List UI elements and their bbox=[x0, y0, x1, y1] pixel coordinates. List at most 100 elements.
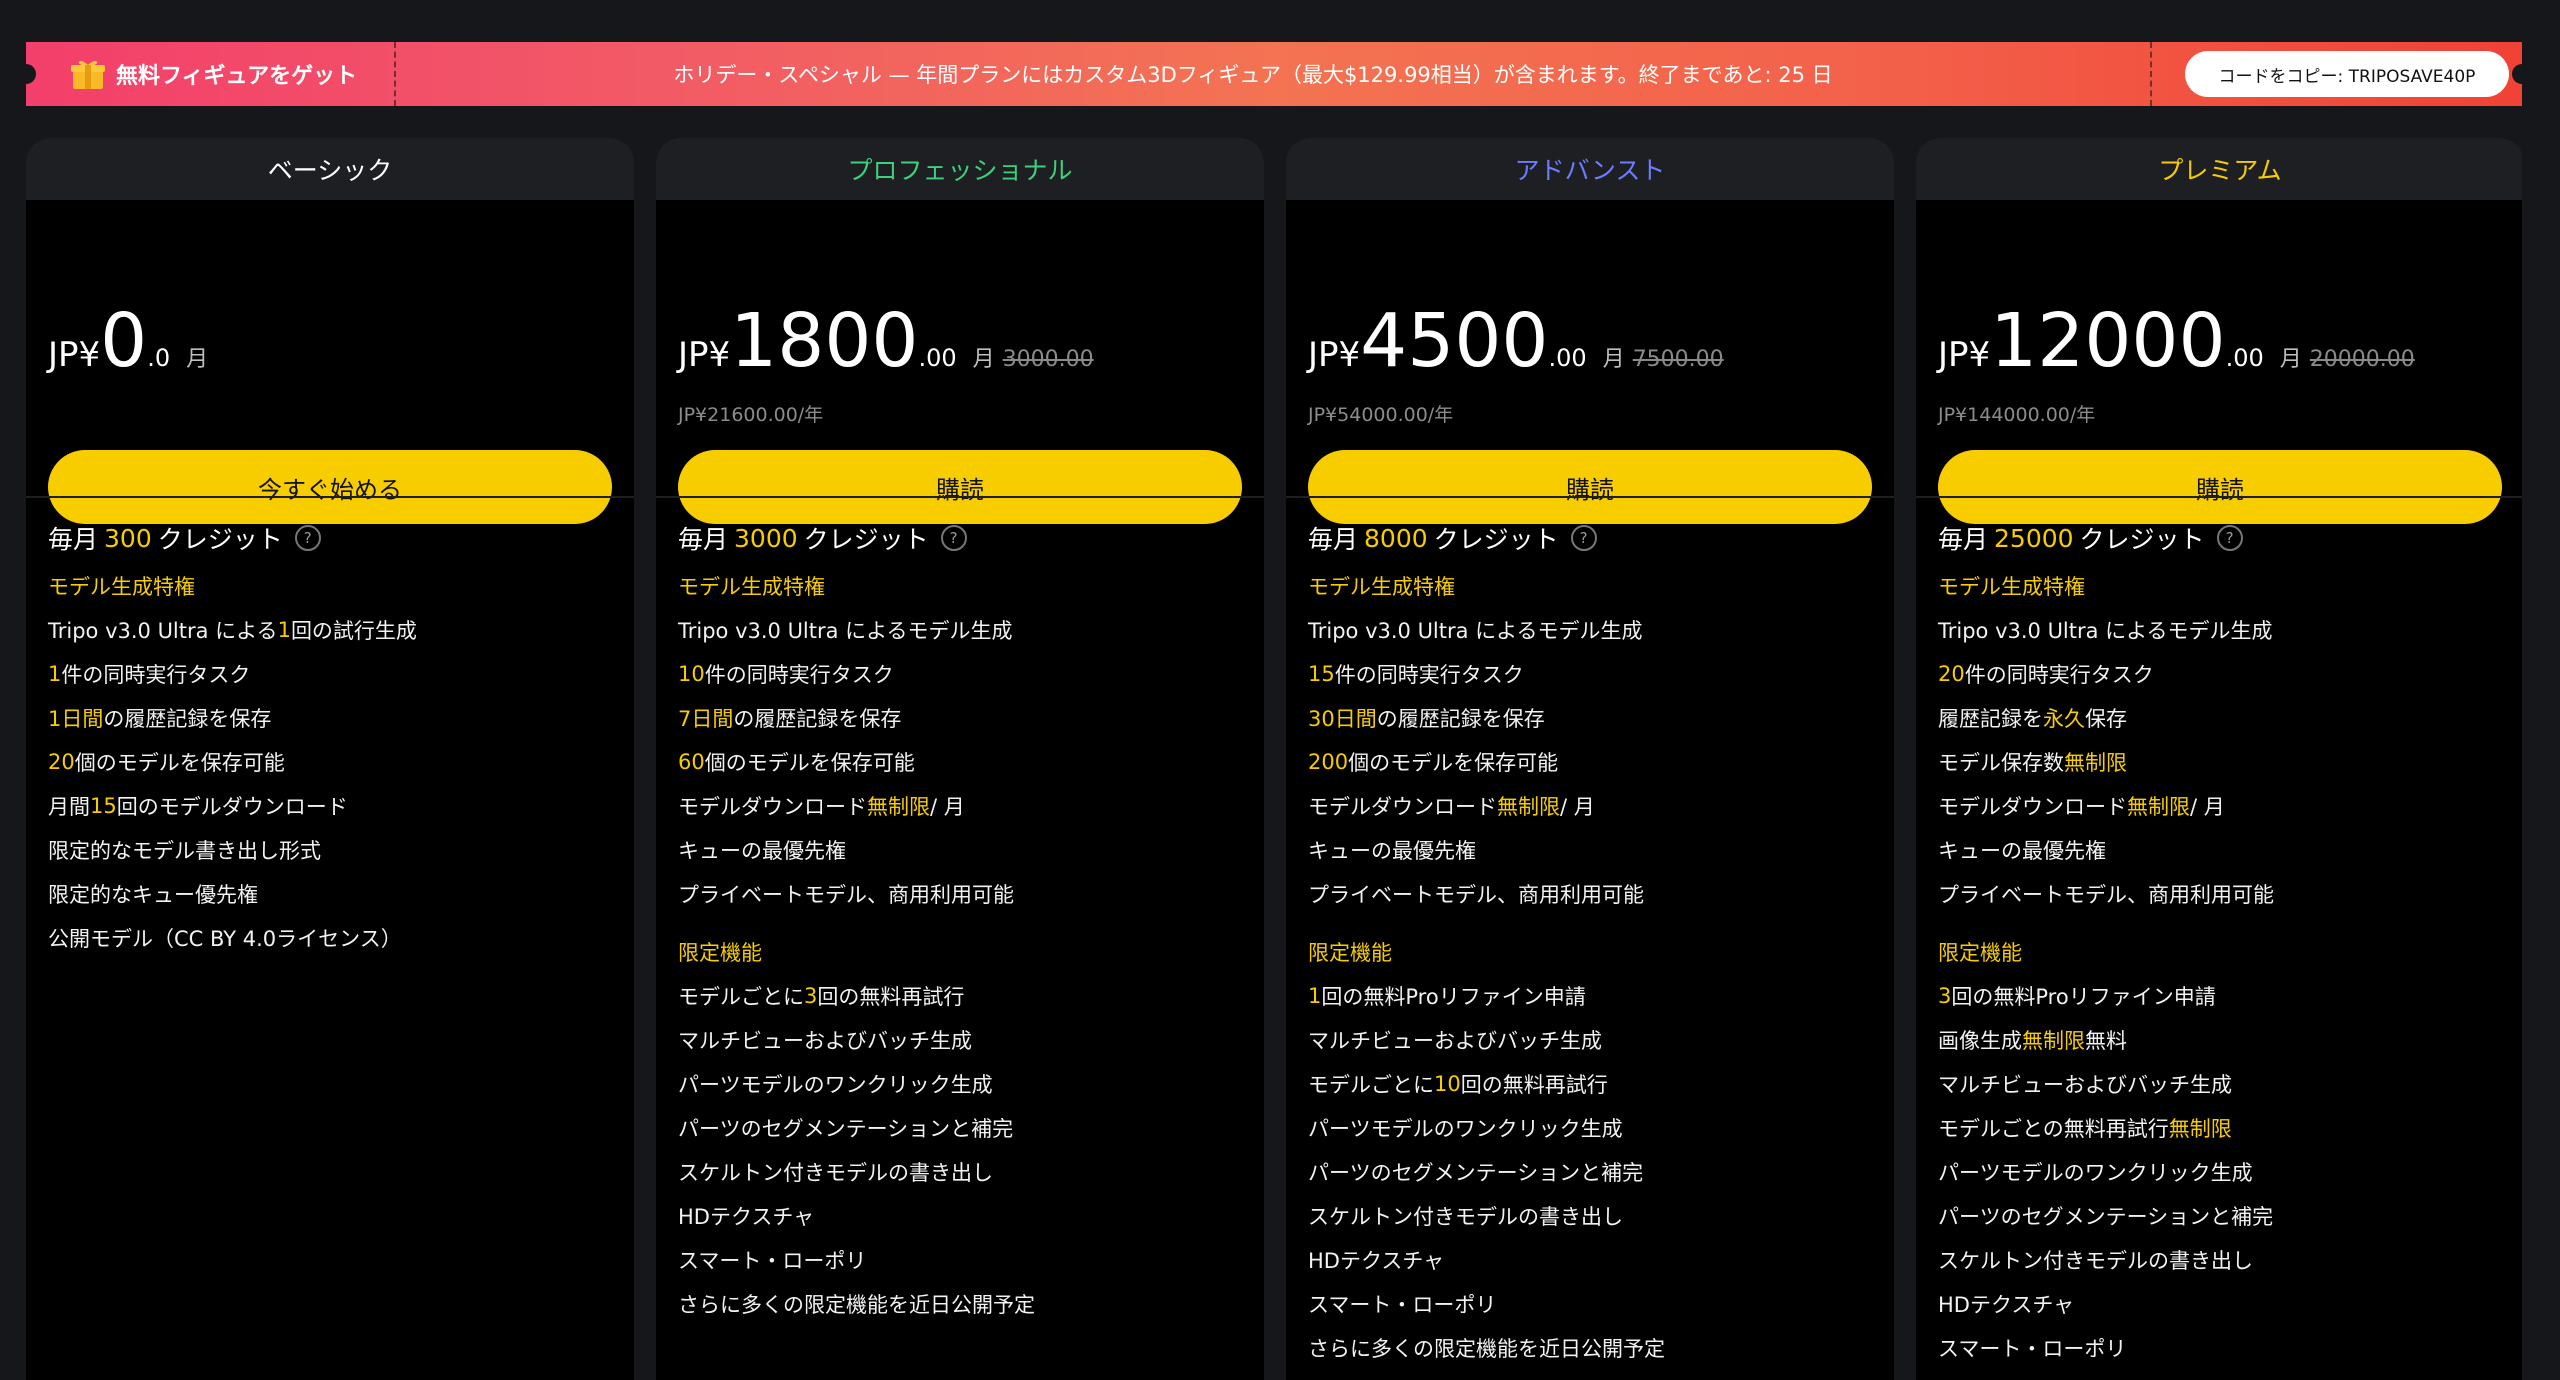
feature-highlight: 3 bbox=[804, 984, 818, 1008]
help-icon[interactable]: ? bbox=[2216, 525, 2243, 551]
feature-text: モデルごとの無料再試行 bbox=[1938, 1117, 2169, 1141]
feature-list: 毎月 300 クレジット? モデル生成特権 Tripo v3.0 Ultra による 1… bbox=[48, 512, 618, 960]
price-decimal: .00 bbox=[2225, 344, 2264, 372]
feature-section-title: 限定機能 bbox=[1938, 941, 2022, 965]
feature-item: キューの最優先権 bbox=[1308, 828, 1878, 872]
feature-item: 20 個のモデルを保存可能 bbox=[48, 740, 618, 784]
credits-prefix: 毎月 bbox=[48, 525, 99, 554]
feature-text: キューの最優先権 bbox=[678, 839, 846, 863]
feature-item: モデルごとに 3 回の無料再試行 bbox=[678, 974, 1248, 1018]
feature-text: 限定的なキュー優先権 bbox=[48, 883, 258, 907]
feature-item: 20 件の同時実行タスク bbox=[1938, 652, 2508, 696]
feature-item: 3 回の無料Proリファイン申請 bbox=[1938, 974, 2508, 1018]
feature-item: モデル保存数 無制限 bbox=[1938, 740, 2508, 784]
yearly-price: JP¥144000.00/年 bbox=[1938, 404, 2096, 426]
feature-item: スケルトン付きモデルの書き出し bbox=[1308, 1194, 1878, 1238]
feature-text: HDテクスチャ bbox=[1938, 1293, 2075, 1317]
feature-text: Tripo v3.0 Ultra によるモデル生成 bbox=[1308, 619, 1643, 643]
feature-item: さらに多くの限定機能を近日公開予定 bbox=[1308, 1326, 1878, 1370]
feature-text: 回のモデルダウンロード bbox=[116, 795, 348, 819]
feature-text: モデルごとに bbox=[678, 985, 804, 1009]
original-price: 7500.00 bbox=[1632, 347, 1724, 372]
yearly-price: JP¥54000.00/年 bbox=[1308, 404, 1454, 426]
feature-item: 月間 15 回のモデルダウンロード bbox=[48, 784, 618, 828]
feature-text: モデル保存数 bbox=[1938, 751, 2064, 775]
feature-highlight: 無制限 bbox=[1497, 795, 1560, 819]
feature-text: スケルトン付きモデルの書き出し bbox=[678, 1161, 993, 1185]
feature-highlight: 60 bbox=[678, 750, 705, 774]
feature-text: の履歴記録を保存 bbox=[1376, 707, 1545, 731]
help-icon[interactable]: ? bbox=[294, 525, 321, 551]
feature-highlight: 無制限 bbox=[2168, 1117, 2232, 1141]
feature-section-title: 限定機能 bbox=[678, 941, 762, 965]
plan-card-advanced: アドバンスト JP¥ 4500.00 月 7500.00 JP¥54000.00/年 購読毎… bbox=[1286, 138, 1894, 1380]
feature-item: スマート・ローポリ bbox=[678, 1238, 1248, 1282]
feature-item: プライベートモデル、商用利用可能 bbox=[1938, 872, 2508, 916]
feature-text: 保存 bbox=[2085, 707, 2127, 731]
feature-item: パーツのセグメンテーションと補完 bbox=[1938, 1194, 2508, 1238]
original-price: 20000.00 bbox=[2309, 347, 2415, 372]
price-area: JP¥ 1800.00 月 3000.00 JP¥21600.00/年 購読 bbox=[656, 200, 1264, 524]
plan-card-professional: プロフェッショナル JP¥ 1800.00 月 3000.00 JP¥21600.00/年… bbox=[656, 138, 1264, 1380]
feature-text: 回の無料再試行 bbox=[1460, 1073, 1608, 1097]
feature-highlight: 30日間 bbox=[1308, 707, 1377, 731]
feature-text: 回の無料Proリファイン申請 bbox=[1951, 985, 2216, 1009]
feature-item: モデルごとの無料再試行 無制限 bbox=[1938, 1106, 2508, 1150]
price-area: JP¥ 4500.00 月 7500.00 JP¥54000.00/年 購読 bbox=[1286, 200, 1894, 524]
feature-item: 履歴記録を 永久 保存 bbox=[1938, 696, 2508, 740]
feature-highlight: 7日間 bbox=[678, 707, 734, 731]
feature-highlight: 20 bbox=[48, 750, 75, 774]
feature-section-title: 限定機能 bbox=[1308, 941, 1392, 965]
feature-item: 30日間 の履歴記録を保存 bbox=[1308, 696, 1878, 740]
feature-item: 60 個のモデルを保存可能 bbox=[678, 740, 1248, 784]
feature-item: スケルトン付きモデルの書き出し bbox=[678, 1150, 1248, 1194]
feature-item: 200 個のモデルを保存可能 bbox=[1308, 740, 1878, 784]
currency: JP¥ bbox=[1938, 335, 1991, 375]
feature-item: プライベートモデル、商用利用可能 bbox=[1308, 872, 1878, 916]
feature-item: モデルごとに 10 回の無料再試行 bbox=[1308, 1062, 1878, 1106]
help-icon[interactable]: ? bbox=[1570, 525, 1597, 551]
credits-amount: 8000 bbox=[1364, 523, 1428, 553]
feature-item: 公開モデル（CC BY 4.0ライセンス） bbox=[48, 916, 618, 960]
help-icon[interactable]: ? bbox=[940, 525, 967, 551]
feature-item: マルチビューおよびバッチ生成 bbox=[1308, 1018, 1878, 1062]
credits-suffix: クレジット bbox=[803, 525, 929, 554]
feature-item: Tripo v3.0 Ultra によるモデル生成 bbox=[678, 608, 1248, 652]
page-background: 無料フィギュアをゲット ホリデー・スペシャル — 年間プランにはカスタム3Dフィ… bbox=[0, 0, 2560, 1380]
feature-text: さらに多くの限定機能を近日公開予定 bbox=[678, 1293, 1035, 1317]
feature-text: 件の同時実行タスク bbox=[1334, 663, 1524, 687]
feature-item: パーツモデルのワンクリック生成 bbox=[678, 1062, 1248, 1106]
feature-text: 公開モデル（CC BY 4.0ライセンス） bbox=[48, 927, 402, 951]
monthly-credits: 毎月 25000 クレジット? bbox=[1938, 512, 2508, 564]
feature-item: キューの最優先権 bbox=[1938, 828, 2508, 872]
price-line: JP¥ 0.0 月 bbox=[48, 304, 216, 378]
price-line: JP¥ 12000.00 月 20000.00 bbox=[1938, 304, 2415, 378]
feature-text: Tripo v3.0 Ultra によるモデル生成 bbox=[1938, 619, 2273, 643]
feature-highlight: 10 bbox=[678, 662, 705, 686]
banner-right-section: コードをコピー: TRIPOSAVE40P bbox=[2150, 42, 2522, 106]
feature-text: 限定的なモデル書き出し形式 bbox=[48, 839, 321, 863]
plan-name: ベーシック bbox=[26, 138, 634, 200]
feature-item: モデルダウンロード 無制限 / 月 bbox=[1938, 784, 2508, 828]
feature-item: 1 件の同時実行タスク bbox=[48, 652, 618, 696]
feature-highlight: 15 bbox=[1308, 662, 1335, 686]
price-line: JP¥ 1800.00 月 3000.00 bbox=[678, 304, 1094, 378]
feature-highlight: 200 bbox=[1308, 750, 1349, 774]
feature-text: モデルダウンロード bbox=[678, 795, 867, 819]
feature-text: 回の無料再試行 bbox=[817, 985, 965, 1009]
feature-text: パーツモデルのワンクリック生成 bbox=[1308, 1117, 1623, 1141]
feature-text: 件の同時実行タスク bbox=[704, 663, 894, 687]
feature-text: HDテクスチャ bbox=[678, 1205, 815, 1229]
feature-text: マルチビューおよびバッチ生成 bbox=[678, 1029, 972, 1053]
price-line: JP¥ 4500.00 月 7500.00 bbox=[1308, 304, 1724, 378]
feature-text: の履歴記録を保存 bbox=[103, 707, 272, 731]
feature-highlight: 20 bbox=[1938, 662, 1965, 686]
feature-item: さらに多くの限定機能を近日公開予定 bbox=[678, 1282, 1248, 1326]
copy-code-button[interactable]: コードをコピー: TRIPOSAVE40P bbox=[2185, 51, 2509, 97]
price-period: 月 bbox=[1602, 347, 1625, 372]
monthly-credits: 毎月 8000 クレジット? bbox=[1308, 512, 1878, 564]
feature-highlight: 無制限 bbox=[2064, 751, 2127, 775]
feature-highlight: 永久 bbox=[2043, 707, 2085, 731]
free-figure-label[interactable]: 無料フィギュアをゲット bbox=[26, 42, 396, 106]
currency: JP¥ bbox=[48, 335, 101, 375]
